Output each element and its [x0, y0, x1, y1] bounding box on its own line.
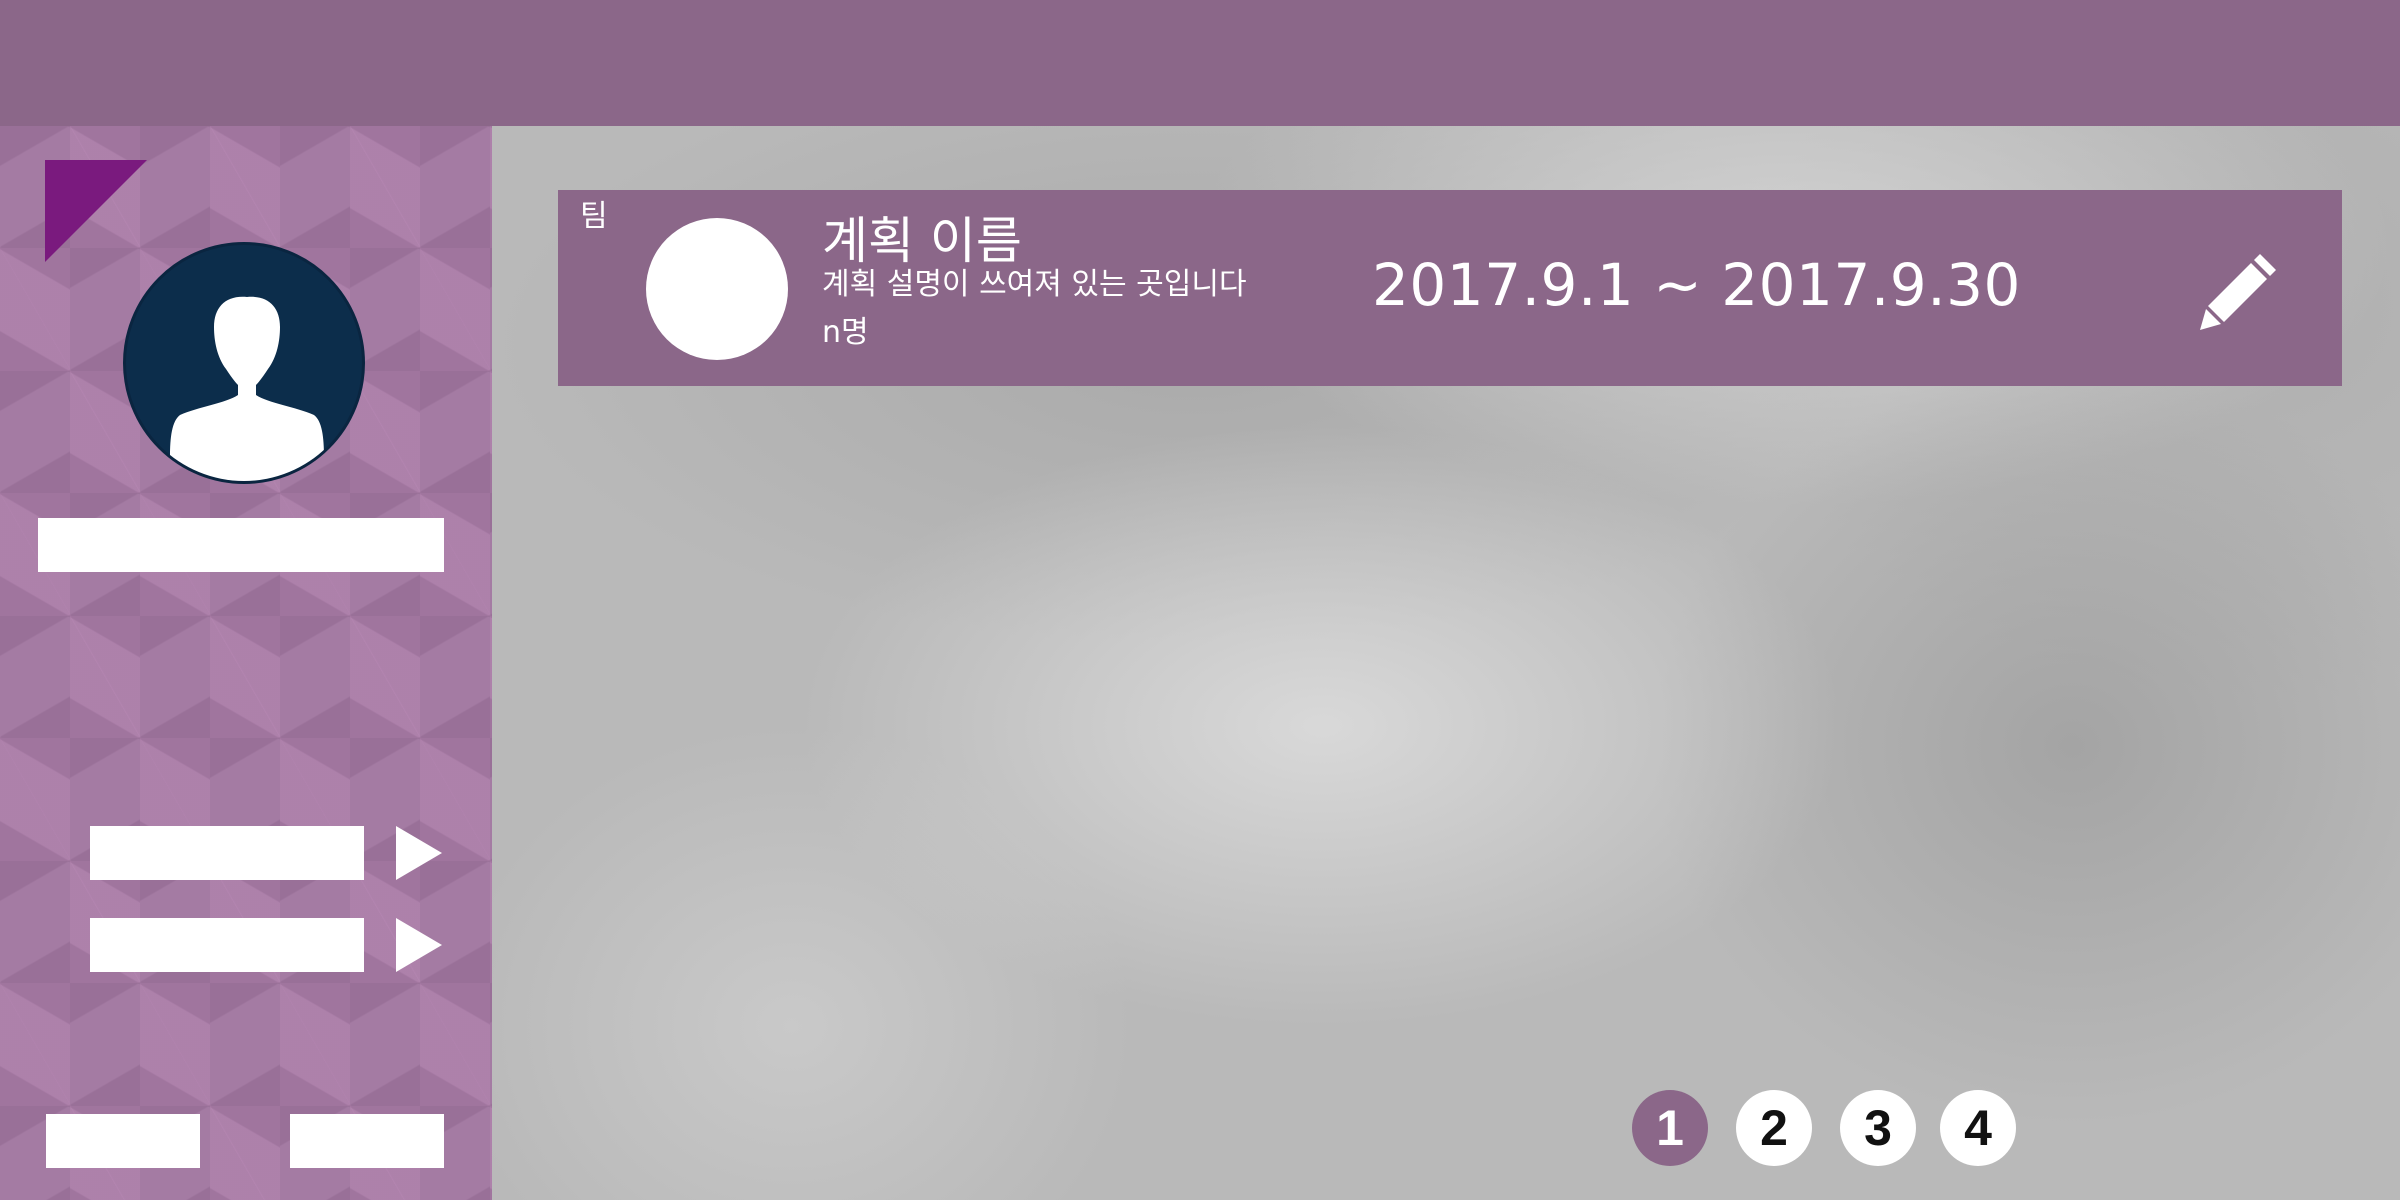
sidebar-bottom-button-left[interactable] [46, 1114, 200, 1168]
plan-description: 계획 설명이 쓰여져 있는 곳입니다 [822, 267, 1247, 302]
avatar[interactable] [123, 242, 365, 484]
plan-name: 계획 이름 [822, 212, 1022, 270]
page-button-4[interactable]: 4 [1940, 1090, 2016, 1166]
main-area: 팀 계획 이름 계획 설명이 쓰여져 있는 곳입니다 n명 2017.9.1 ~… [492, 126, 2400, 1200]
top-bar [0, 0, 2400, 126]
plan-member-count: n명 [822, 315, 869, 350]
sidebar-menu-item-1[interactable] [90, 826, 442, 880]
team-label: 팀 [580, 199, 608, 234]
user-silhouette-icon [170, 296, 324, 481]
page-button-3[interactable]: 3 [1840, 1090, 1916, 1166]
sidebar-bottom-button-right[interactable] [290, 1114, 444, 1168]
pencil-icon [2200, 254, 2276, 330]
play-arrow-icon[interactable] [396, 918, 442, 972]
plan-image [646, 218, 788, 360]
sidebar-menu-label-bar [90, 918, 364, 972]
username-field[interactable] [38, 518, 444, 572]
page-button-1[interactable]: 1 [1632, 1090, 1708, 1166]
sidebar-menu-item-2[interactable] [90, 918, 442, 972]
page-button-2[interactable]: 2 [1736, 1090, 1812, 1166]
app-window: 팀 계획 이름 계획 설명이 쓰여져 있는 곳입니다 n명 2017.9.1 ~… [0, 0, 2400, 1200]
sidebar-menu-label-bar [90, 826, 364, 880]
plan-card[interactable]: 팀 계획 이름 계획 설명이 쓰여져 있는 곳입니다 n명 2017.9.1 ~… [558, 190, 2342, 386]
sidebar [0, 126, 492, 1200]
play-arrow-icon[interactable] [396, 826, 442, 880]
plan-date-range: 2017.9.1 ~ 2017.9.30 [1372, 251, 2021, 319]
edit-button[interactable] [2198, 248, 2282, 332]
